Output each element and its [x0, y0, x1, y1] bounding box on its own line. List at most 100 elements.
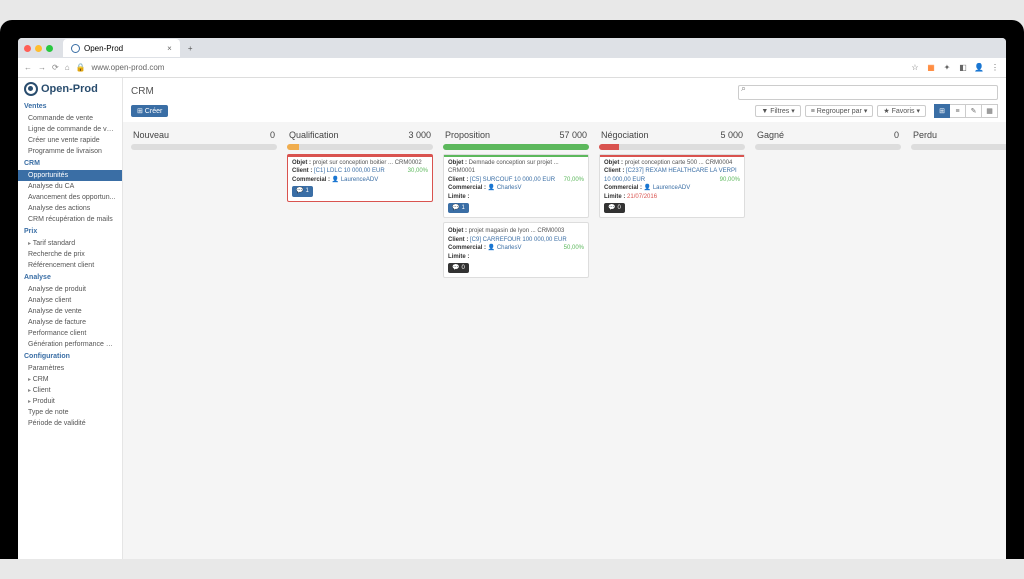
kanban-column: Perdu0	[907, 126, 1006, 555]
column-header: Perdu0	[907, 126, 1006, 144]
column-header: Négociation 5 000	[595, 126, 749, 144]
favicon-icon	[71, 44, 80, 53]
calendar-view-button[interactable]: ▦	[982, 104, 998, 118]
sidebar-item[interactable]: CRM	[18, 374, 122, 385]
sidebar-item[interactable]: Client	[18, 385, 122, 396]
puzzle-icon[interactable]: ✦	[942, 63, 952, 73]
sidebar-item[interactable]: Analyse client	[18, 295, 122, 306]
extensions: ☆ ▦ ✦ ◧ 👤 ⋮	[910, 63, 1000, 73]
sidebar-item[interactable]: Analyse de produit	[18, 284, 122, 295]
column-progress-bar	[287, 144, 433, 150]
column-title: Négociation	[601, 130, 649, 140]
sidebar-item[interactable]: Analyse de facture	[18, 317, 122, 328]
logo-icon	[24, 82, 38, 96]
column-progress-bar	[443, 144, 589, 150]
comment-badge[interactable]: 1	[292, 186, 313, 196]
url-text[interactable]: www.open-prod.com	[92, 63, 165, 72]
sidebar-header: Prix	[18, 225, 122, 238]
comment-badge[interactable]: 0	[448, 263, 469, 273]
sidebar-item[interactable]: Paramètres	[18, 363, 122, 374]
form-view-button[interactable]: ✎	[966, 104, 982, 118]
logo-text: Open-Prod	[41, 83, 98, 95]
comment-badge[interactable]: 0	[604, 203, 625, 213]
card-list: Objet : projet conception carte 500 ... …	[595, 154, 749, 218]
column-title: Proposition	[445, 130, 490, 140]
screen: Open-Prod × + ← → ⟳ ⌂ 🔒 www.open-prod.co…	[18, 38, 1006, 559]
opportunity-card[interactable]: Objet : projet conception carte 500 ... …	[599, 154, 745, 218]
ext-icon[interactable]: ▦	[926, 63, 936, 73]
opportunity-card[interactable]: Objet : projet magasin de lyon ... CRM00…	[443, 222, 589, 278]
sidebar-item[interactable]: Commande de vente	[18, 113, 122, 124]
back-icon[interactable]: ←	[24, 63, 32, 72]
sidebar-item[interactable]: CRM récupération de mails	[18, 214, 122, 225]
browser-tab-bar: Open-Prod × +	[18, 38, 1006, 58]
logo[interactable]: Open-Prod	[18, 78, 122, 100]
sidebar-item[interactable]: Analyse du CA	[18, 181, 122, 192]
column-title: Qualification	[289, 130, 339, 140]
profile-icon[interactable]: 👤	[974, 63, 984, 73]
home-icon[interactable]: ⌂	[65, 63, 70, 72]
favorites-button[interactable]: ★ Favoris ▾	[877, 105, 926, 117]
sidebar-header: Analyse	[18, 271, 122, 284]
column-header: Proposition 57 000	[439, 126, 593, 144]
sidebar-item[interactable]: Programme de livraison	[18, 146, 122, 157]
kanban-column: Gagné 0	[751, 126, 905, 555]
reload-icon[interactable]: ⟳	[52, 63, 59, 72]
column-total: 0	[270, 130, 275, 140]
sidebar-item[interactable]: Analyse de vente	[18, 306, 122, 317]
column-progress-bar	[131, 144, 277, 150]
sidebar-item[interactable]: Opportunités	[18, 170, 122, 181]
browser-tab[interactable]: Open-Prod ×	[63, 39, 180, 57]
sidebar-item[interactable]: Performance client	[18, 328, 122, 339]
forward-icon[interactable]: →	[38, 63, 46, 72]
kanban-column: Nouveau0	[127, 126, 281, 555]
opportunity-card[interactable]: Objet : projet sur conception boitier ..…	[287, 154, 433, 202]
sidebar-item[interactable]: Type de note	[18, 407, 122, 418]
sidebar-item[interactable]: Tarif standard	[18, 238, 122, 249]
view-switcher: ⊞ ≡ ✎ ▦	[934, 104, 998, 118]
comment-badge[interactable]: 1	[448, 203, 469, 213]
lock-icon: 🔒	[76, 63, 86, 72]
column-total: 5 000	[720, 130, 743, 140]
menu-icon[interactable]: ⋮	[990, 63, 1000, 73]
kanban-view-button[interactable]: ⊞	[934, 104, 950, 118]
star-icon[interactable]: ☆	[910, 63, 920, 73]
column-total: 57 000	[559, 130, 587, 140]
kanban-board: Nouveau0Qualification3 000 Objet : projet…	[123, 122, 1006, 559]
filters-button[interactable]: ▼ Filtres ▾	[755, 105, 800, 117]
column-header: Gagné 0	[751, 126, 905, 144]
column-header: Qualification3 000	[283, 126, 437, 144]
main-content: CRM ⊞ Créer ▼ Filtres ▾ ≡ Regrouper par …	[123, 78, 1006, 559]
sidebar-header: Ventes	[18, 100, 122, 113]
column-title: Gagné	[757, 130, 784, 140]
column-title: Perdu	[913, 130, 937, 140]
sidebar: Open-Prod VentesCommande de venteLigne d…	[18, 78, 123, 559]
kanban-column: Proposition 57 000 Objet : Demnade concept…	[439, 126, 593, 555]
group-by-button[interactable]: ≡ Regrouper par ▾	[805, 105, 874, 117]
sidebar-item[interactable]: Recherche de prix	[18, 249, 122, 260]
list-view-button[interactable]: ≡	[950, 104, 966, 118]
sidebar-item[interactable]: Période de validité	[18, 418, 122, 429]
opportunity-card[interactable]: Objet : Demnade conception sur projet ..…	[443, 154, 589, 218]
card-list: Objet : projet sur conception boitier ..…	[283, 154, 437, 202]
search-box	[738, 82, 998, 100]
kanban-column: Négociation 5 000 Objet : projet conceptio…	[595, 126, 749, 555]
column-header: Nouveau0	[127, 126, 281, 144]
kanban-column: Qualification3 000 Objet : projet sur con…	[283, 126, 437, 555]
search-input[interactable]	[738, 85, 998, 100]
sidebar-item[interactable]: Ligne de commande de ve...	[18, 124, 122, 135]
sidebar-item[interactable]: Produit	[18, 396, 122, 407]
new-tab-icon[interactable]: +	[188, 44, 193, 53]
ext-icon-2[interactable]: ◧	[958, 63, 968, 73]
sidebar-item[interactable]: Référencement client	[18, 260, 122, 271]
close-tab-icon[interactable]: ×	[167, 44, 172, 53]
sidebar-item[interactable]: Génération performance cl...	[18, 339, 122, 350]
sidebar-item[interactable]: Analyse des actions	[18, 203, 122, 214]
create-button[interactable]: ⊞ Créer	[131, 105, 168, 117]
column-total: 0	[894, 130, 899, 140]
monitor-frame: Open-Prod × + ← → ⟳ ⌂ 🔒 www.open-prod.co…	[0, 20, 1024, 559]
filter-buttons: ▼ Filtres ▾ ≡ Regrouper par ▾ ★ Favoris …	[755, 105, 926, 117]
sidebar-item[interactable]: Créer une vente rapide	[18, 135, 122, 146]
sidebar-item[interactable]: Avancement des opportun...	[18, 192, 122, 203]
window-dots	[18, 45, 59, 52]
